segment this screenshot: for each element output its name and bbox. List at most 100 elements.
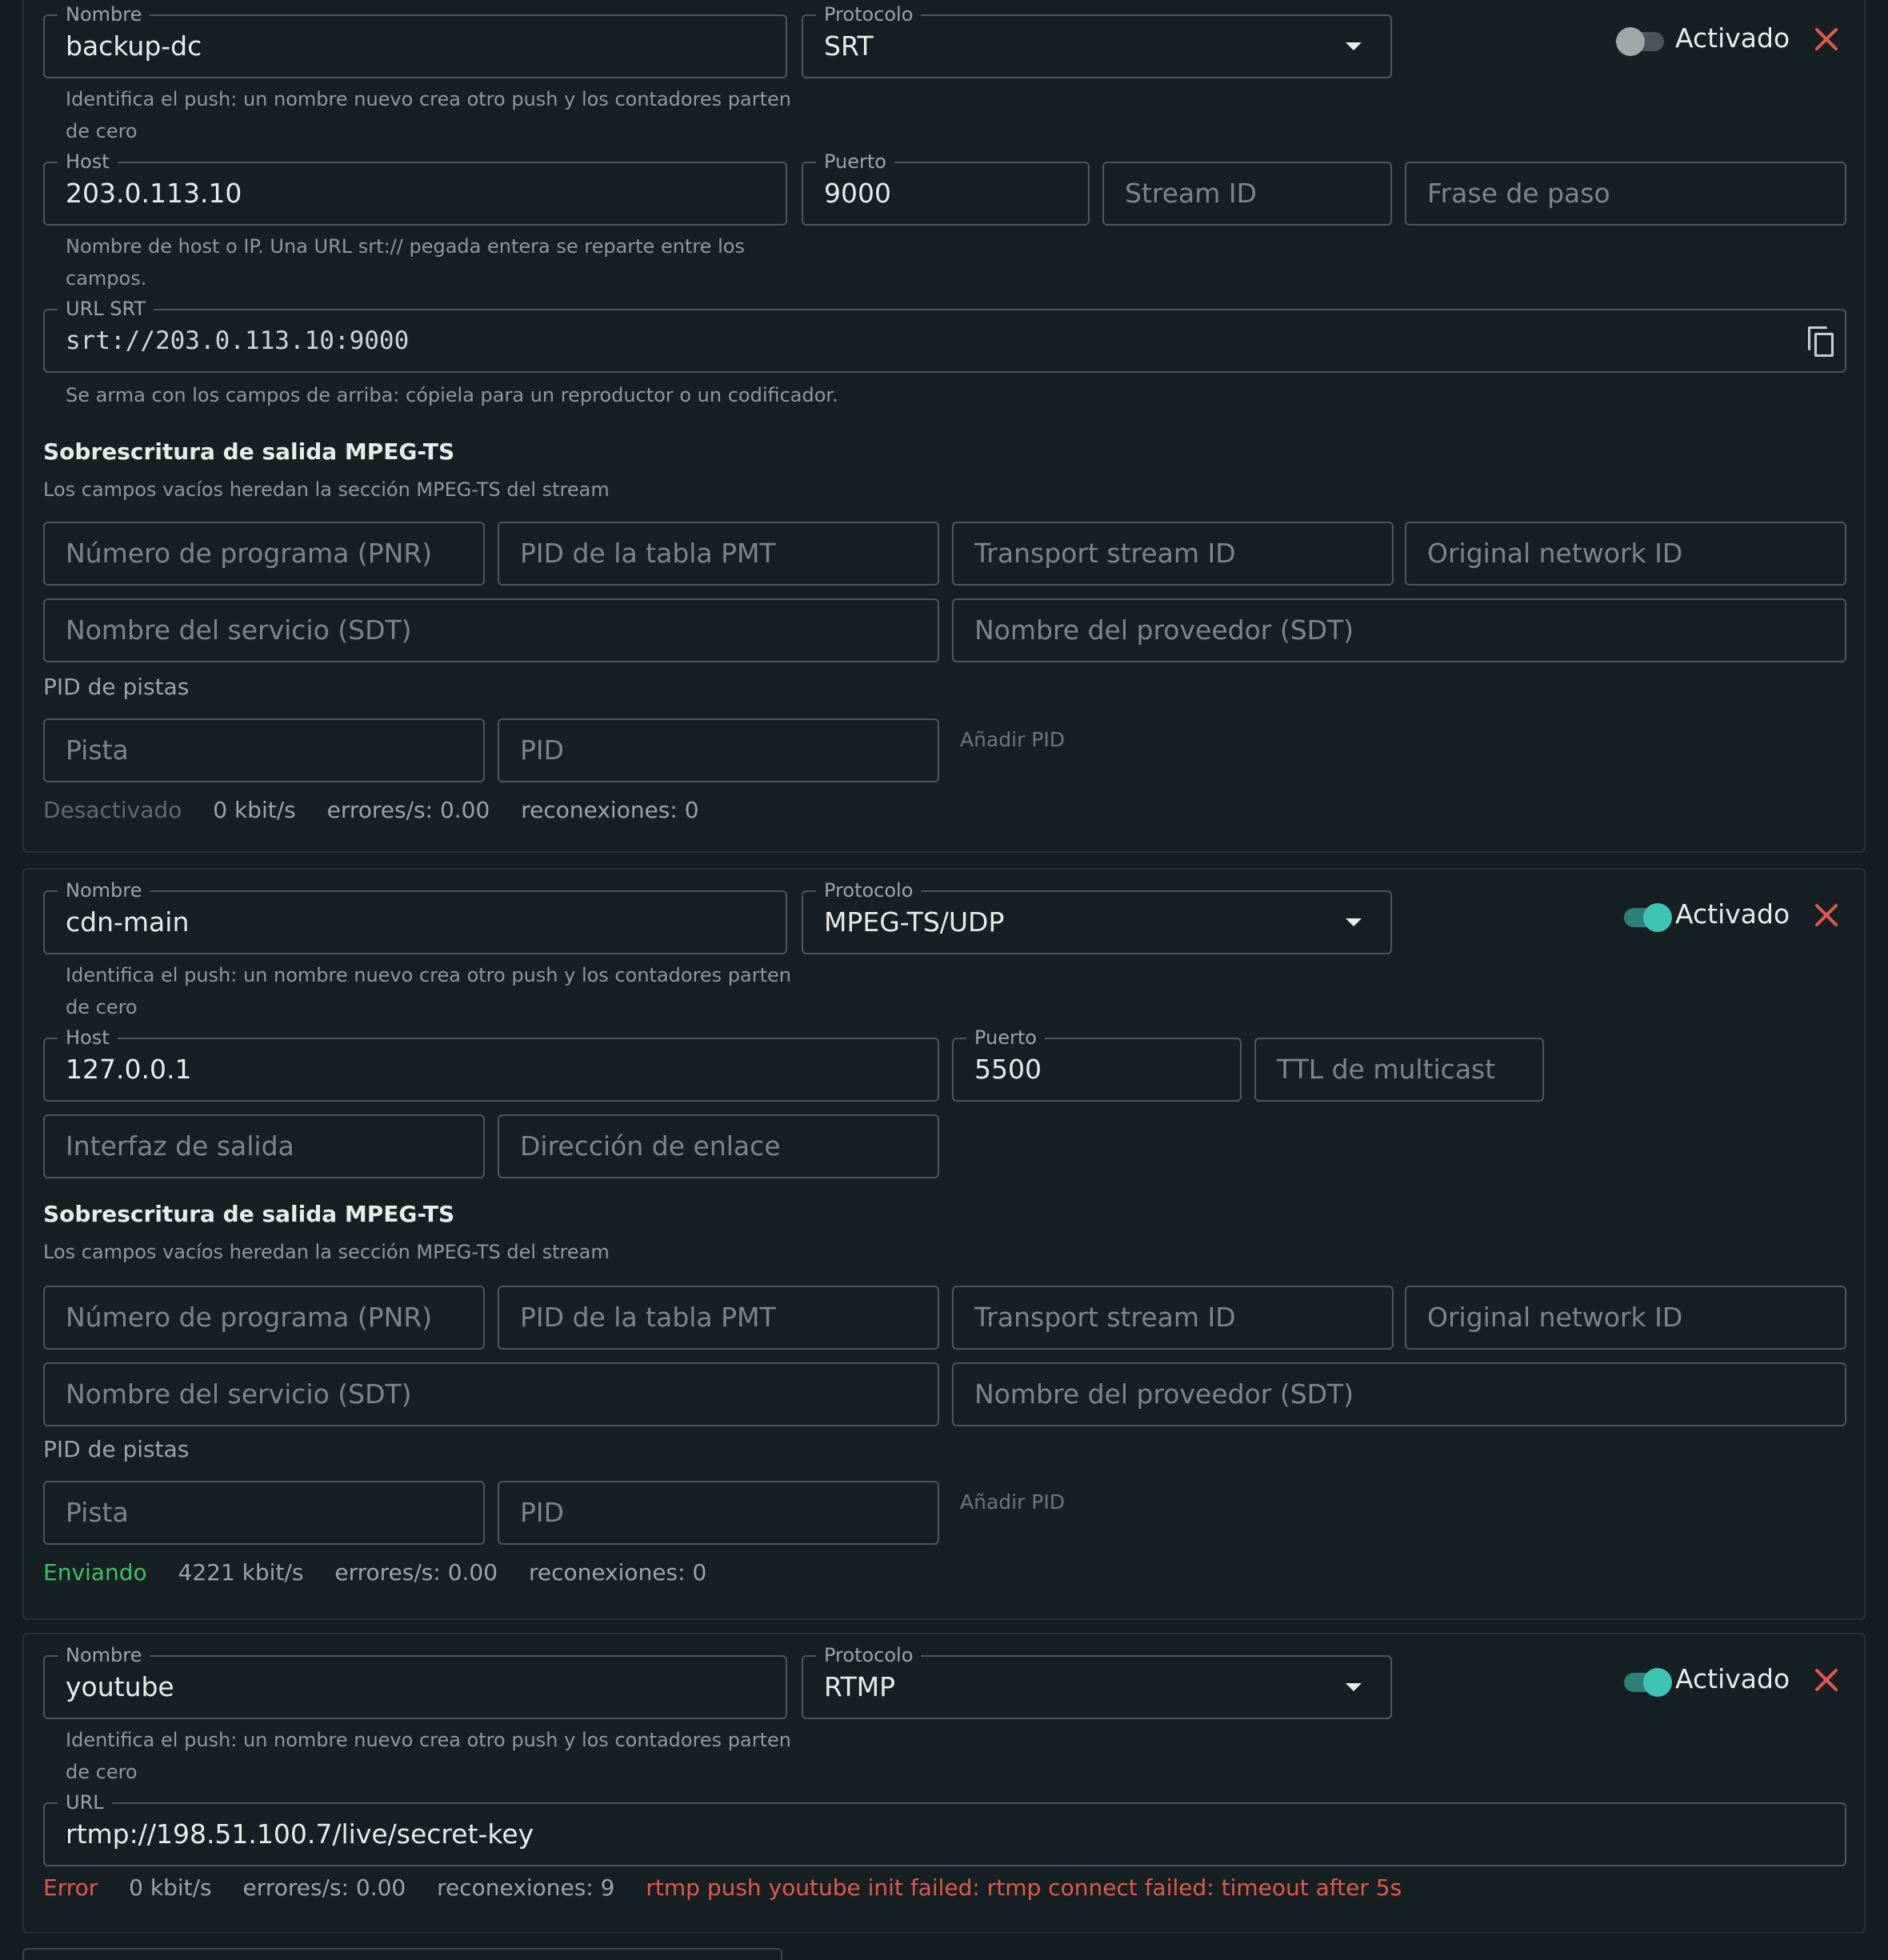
toggle-knob [1616,27,1645,56]
host-field[interactable]: Host 203.0.113.10 [43,150,787,226]
pmt-pid-placeholder: PID de la tabla PMT [520,1302,776,1333]
name-value: cdn-main [66,906,190,938]
pnr-placeholder: Número de programa (PNR) [66,1302,433,1333]
tsid-field[interactable]: Transport stream ID [952,522,1394,586]
stream-id-field[interactable]: Stream ID [1102,162,1392,226]
bitrate-value: 0 kbit/s [129,1874,212,1901]
name-value: youtube [66,1671,174,1702]
protocol-select[interactable]: Protocolo SRT [802,3,1392,78]
track-field[interactable]: Pista [43,718,485,782]
enabled-toggle[interactable] [1624,903,1672,932]
name-help: Identifica el push: un nombre nuevo crea… [66,88,791,142]
push-card-cdn-main: Nombre cdn-main Protocolo MPEG-TS/UDP Ac… [22,868,1866,1620]
reconnects-value: reconexiones: 9 [437,1874,615,1901]
pid-placeholder: PID [520,1497,565,1528]
tsid-field[interactable]: Transport stream ID [952,1286,1394,1350]
pnr-field[interactable]: Número de programa (PNR) [43,522,485,586]
onid-field[interactable]: Original network ID [1405,522,1846,586]
name-field[interactable]: Nombre youtube [43,1644,787,1719]
enabled-toggle[interactable] [1616,27,1664,56]
bitrate-value: 0 kbit/s [213,797,296,823]
protocol-select[interactable]: Protocolo RTMP [802,1644,1392,1719]
service-name-field[interactable]: Nombre del servicio (SDT) [43,1362,939,1426]
bind-address-placeholder: Dirección de enlace [520,1130,781,1162]
srt-url-value: srt://203.0.113.10:9000 [66,326,410,355]
enabled-toggle[interactable] [1624,1668,1672,1697]
port-value: 5500 [974,1054,1042,1085]
status-badge: Desactivado [43,797,182,823]
copy-icon[interactable] [1808,326,1835,357]
status-badge: Enviando [43,1559,147,1586]
onid-placeholder: Original network ID [1427,1302,1683,1333]
srt-url-help: Se arma con los campos de arriba: cópiel… [66,384,838,406]
push-card-next [22,1948,782,1960]
toggle-knob [1643,903,1672,932]
errors-value: errores/s: 0.00 [326,797,490,823]
bind-address-field[interactable]: Dirección de enlace [498,1114,939,1178]
name-value: backup-dc [66,30,202,62]
mpegts-subtitle: Los campos vacíos heredan la sección MPE… [43,1241,610,1263]
reconnects-value: reconexiones: 0 [521,797,699,823]
name-field[interactable]: Nombre backup-dc [43,3,787,78]
provider-name-field[interactable]: Nombre del proveedor (SDT) [952,1362,1846,1426]
pid-placeholder: PID [520,734,565,766]
stream-id-placeholder: Stream ID [1125,178,1258,209]
push-card-youtube: Nombre youtube Protocolo RTMP Activado I… [22,1633,1866,1934]
track-placeholder: Pista [66,1497,129,1528]
onid-placeholder: Original network ID [1427,538,1683,569]
status-badge: Error [43,1874,98,1901]
tsid-placeholder: Transport stream ID [974,538,1236,569]
add-pid-button[interactable]: Añadir PID [960,728,1065,751]
protocol-value: RTMP [824,1671,896,1702]
pnr-placeholder: Número de programa (PNR) [66,538,433,569]
pid-field[interactable]: PID [498,1481,939,1545]
pmt-pid-field[interactable]: PID de la tabla PMT [498,522,939,586]
host-value: 127.0.0.1 [66,1054,192,1085]
multicast-ttl-placeholder: TTL de multicast [1277,1054,1496,1085]
pnr-field[interactable]: Número de programa (PNR) [43,1286,485,1350]
track-placeholder: Pista [66,734,129,766]
bitrate-value: 4221 kbit/s [178,1559,304,1586]
errors-value: errores/s: 0.00 [334,1559,498,1586]
host-field[interactable]: Host 127.0.0.1 [43,1026,939,1102]
protocol-value: SRT [824,30,874,62]
protocol-select[interactable]: Protocolo MPEG-TS/UDP [802,879,1392,954]
url-field[interactable]: URL rtmp://198.51.100.7/live/secret-key [43,1791,1846,1866]
tsid-placeholder: Transport stream ID [974,1302,1236,1333]
chevron-down-icon [1346,1683,1362,1691]
close-icon[interactable] [1814,1668,1838,1692]
chevron-down-icon [1346,918,1362,926]
port-value: 9000 [824,178,891,209]
host-value: 203.0.113.10 [66,178,242,209]
url-value: rtmp://198.51.100.7/live/secret-key [66,1818,534,1850]
status-bar: Enviando 4221 kbit/s errores/s: 0.00 rec… [43,1559,730,1586]
enabled-label: Activado [1675,898,1790,930]
pmt-pid-field[interactable]: PID de la tabla PMT [498,1286,939,1350]
output-interface-placeholder: Interfaz de salida [66,1130,294,1162]
add-pid-button[interactable]: Añadir PID [960,1490,1065,1514]
track-field[interactable]: Pista [43,1481,485,1545]
close-icon[interactable] [1814,27,1838,51]
name-field[interactable]: Nombre cdn-main [43,879,787,954]
track-pids-label: PID de pistas [43,1436,190,1462]
multicast-ttl-field[interactable]: TTL de multicast [1254,1038,1544,1102]
pid-field[interactable]: PID [498,718,939,782]
onid-field[interactable]: Original network ID [1405,1286,1846,1350]
port-field[interactable]: Puerto 9000 [802,150,1090,226]
status-bar: Error 0 kbit/s errores/s: 0.00 reconexio… [43,1874,1426,1901]
passphrase-field[interactable]: Frase de paso [1405,162,1846,226]
errors-value: errores/s: 0.00 [242,1874,406,1901]
service-name-placeholder: Nombre del servicio (SDT) [66,1378,412,1410]
status-bar: Desactivado 0 kbit/s errores/s: 0.00 rec… [43,797,723,823]
push-card-backup-dc: Nombre backup-dc Protocolo SRT Activado … [22,0,1866,853]
port-field[interactable]: Puerto 5500 [952,1026,1242,1102]
provider-name-field[interactable]: Nombre del proveedor (SDT) [952,598,1846,662]
chevron-down-icon [1346,42,1362,50]
service-name-field[interactable]: Nombre del servicio (SDT) [43,598,939,662]
mpegts-title: Sobrescritura de salida MPEG-TS [43,438,455,465]
provider-name-placeholder: Nombre del proveedor (SDT) [974,614,1354,646]
output-interface-field[interactable]: Interfaz de salida [43,1114,485,1178]
toggle-knob [1643,1668,1672,1697]
passphrase-placeholder: Frase de paso [1427,178,1610,209]
close-icon[interactable] [1814,903,1838,927]
